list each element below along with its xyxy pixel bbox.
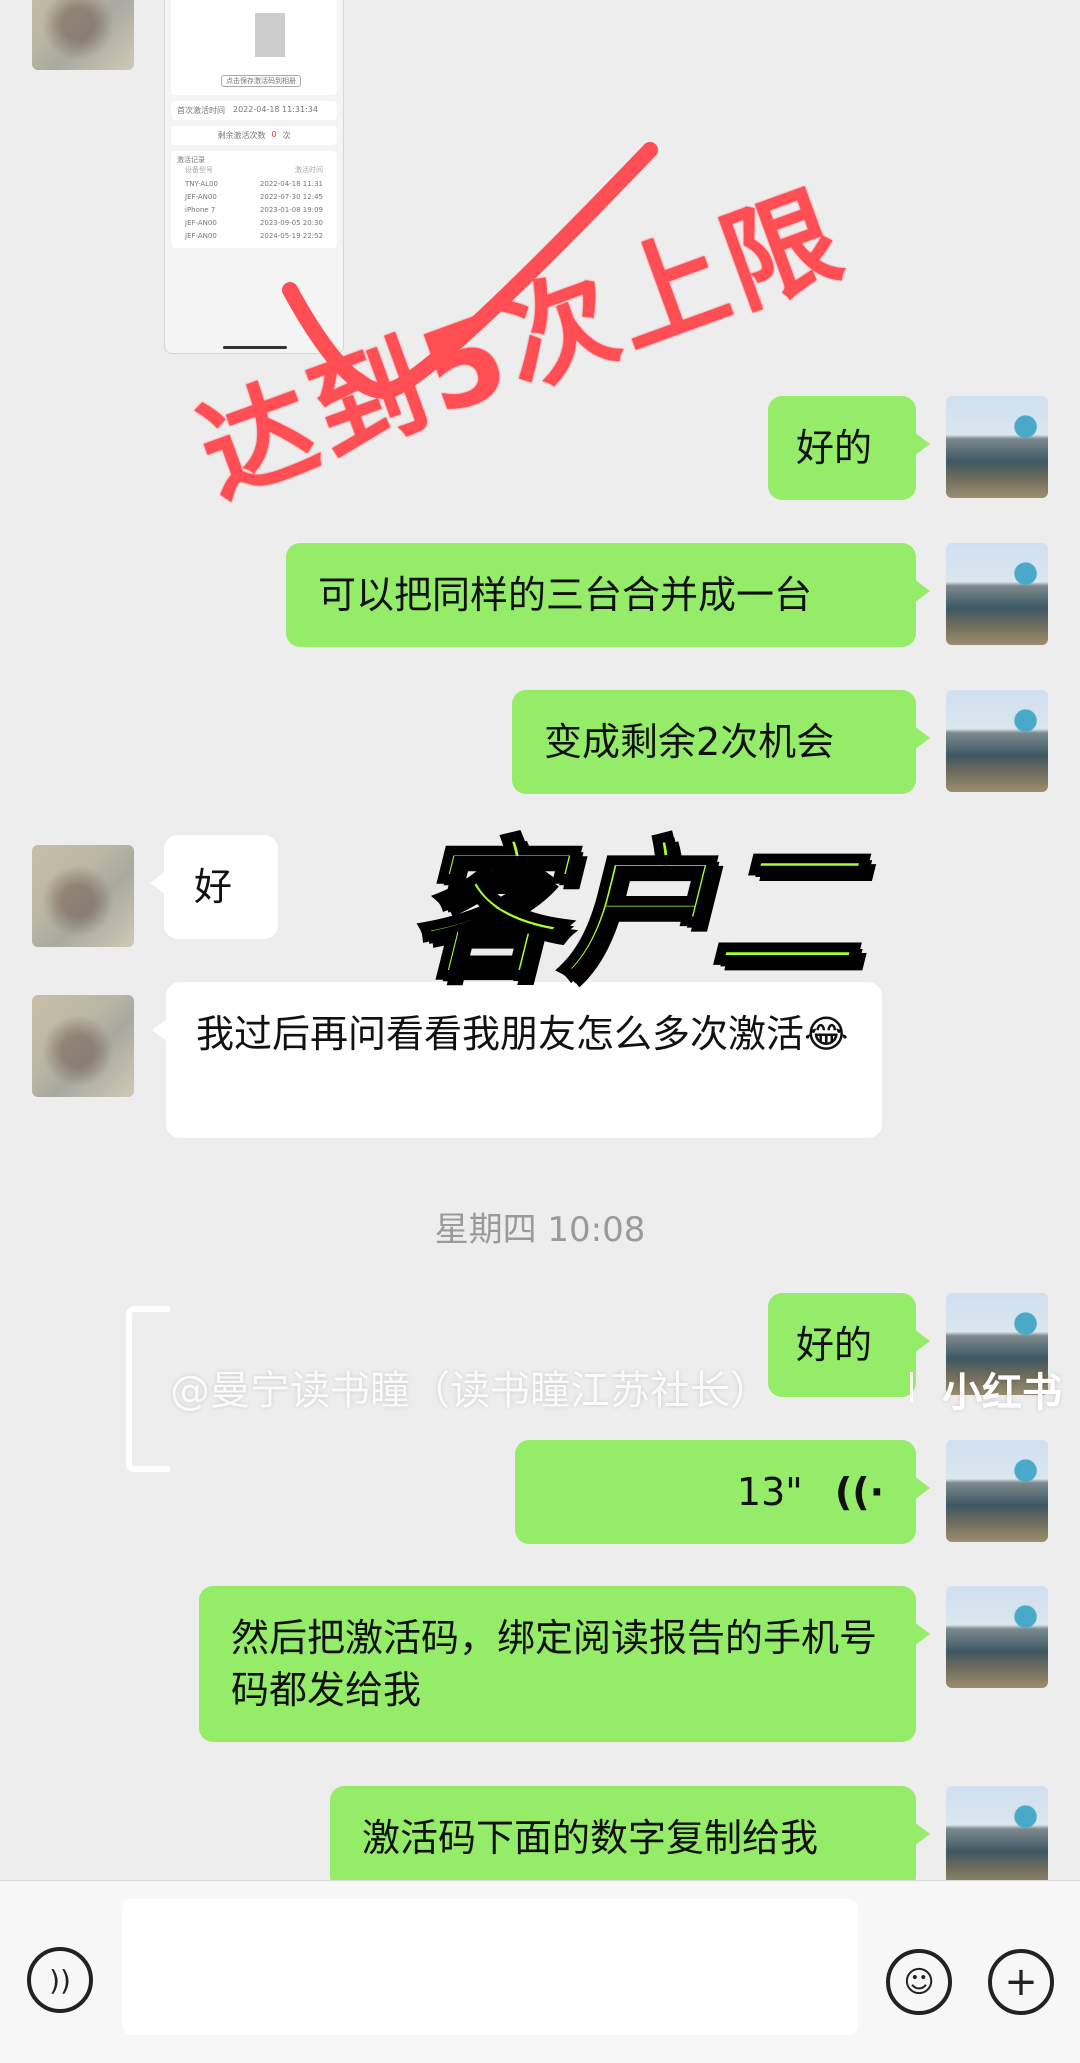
first-activation-label: 首次激活时间 bbox=[177, 106, 225, 115]
green-caption-text: 客户二 bbox=[407, 823, 862, 1002]
record-device: iPhone 7 bbox=[185, 206, 216, 214]
my-avatar[interactable] bbox=[946, 1586, 1048, 1688]
message-text: 好的 bbox=[796, 426, 873, 470]
plus-icon[interactable]: + bbox=[988, 1949, 1054, 2015]
message-text: 可以把同样的三台合并成一台 bbox=[318, 573, 813, 617]
message-bubble-right[interactable]: 然后把激活码，绑定阅读报告的手机号码都发给我 bbox=[199, 1586, 930, 1742]
message-text: 好 bbox=[194, 865, 233, 909]
message-bubble-left[interactable]: 好 bbox=[150, 835, 278, 939]
message-bubble-right[interactable]: 激活码下面的数字复制给我 bbox=[330, 1786, 930, 1890]
contact-avatar[interactable] bbox=[32, 0, 134, 70]
voice-wave-icon: ((· bbox=[834, 1470, 884, 1514]
my-avatar[interactable] bbox=[946, 543, 1048, 645]
voice-icon[interactable]: )) bbox=[27, 1947, 93, 2013]
message-bubble-right[interactable]: 好的 bbox=[768, 396, 930, 500]
records-header-device: 设备型号 bbox=[185, 166, 213, 174]
emoji-icon[interactable]: ☺ bbox=[886, 1949, 952, 2015]
remaining-label: 剩余激活次数 bbox=[217, 131, 266, 140]
my-avatar[interactable] bbox=[946, 1440, 1048, 1542]
message-text: 激活码下面的数字复制给我 bbox=[362, 1816, 819, 1860]
first-activation-value: 2022-04-18 11:31:34 bbox=[233, 105, 318, 114]
contact-avatar[interactable] bbox=[32, 995, 134, 1097]
chat-timestamp: 星期四 10:08 bbox=[434, 1210, 646, 1250]
message-text: 我过后再问看看我朋友怎么多次激活😂 bbox=[196, 1012, 849, 1056]
message-text: 好的 bbox=[796, 1323, 873, 1367]
my-avatar[interactable] bbox=[946, 690, 1048, 792]
save-code-button[interactable]: 点击保存激活码到相册 bbox=[221, 75, 301, 87]
message-input[interactable] bbox=[122, 1899, 858, 2035]
watermark-divider bbox=[910, 1372, 913, 1402]
message-bubble-right[interactable]: 可以把同样的三台合并成一台 bbox=[286, 543, 930, 647]
voice-message-bubble[interactable]: 13" ((· bbox=[515, 1440, 930, 1544]
watermark-frame bbox=[126, 1306, 170, 1472]
watermark-text: @曼宁读书瞳（读书瞳江苏社长） bbox=[170, 1368, 770, 1414]
message-text: 变成剩余2次机会 bbox=[544, 720, 835, 764]
voice-duration: 13" bbox=[736, 1470, 803, 1514]
record-device: TNY-AL00 bbox=[185, 180, 218, 188]
my-avatar[interactable] bbox=[946, 1786, 1048, 1888]
message-bubble-right[interactable]: 变成剩余2次机会 bbox=[512, 690, 930, 794]
watermark-brand: 小红书 bbox=[942, 1370, 1062, 1416]
record-device: JEF-AN00 bbox=[185, 232, 217, 240]
contact-avatar[interactable] bbox=[32, 845, 134, 947]
message-bubble-right[interactable]: 好的 bbox=[768, 1293, 930, 1397]
qr-placeholder bbox=[255, 13, 285, 57]
input-bar: )) ☺ + bbox=[0, 1880, 1080, 2063]
message-text: 然后把激活码，绑定阅读报告的手机号码都发给我 bbox=[231, 1616, 878, 1712]
my-avatar[interactable] bbox=[946, 396, 1048, 498]
record-device: JEF-AN00 bbox=[185, 193, 217, 201]
record-device: JEF-AN00 bbox=[185, 219, 217, 227]
